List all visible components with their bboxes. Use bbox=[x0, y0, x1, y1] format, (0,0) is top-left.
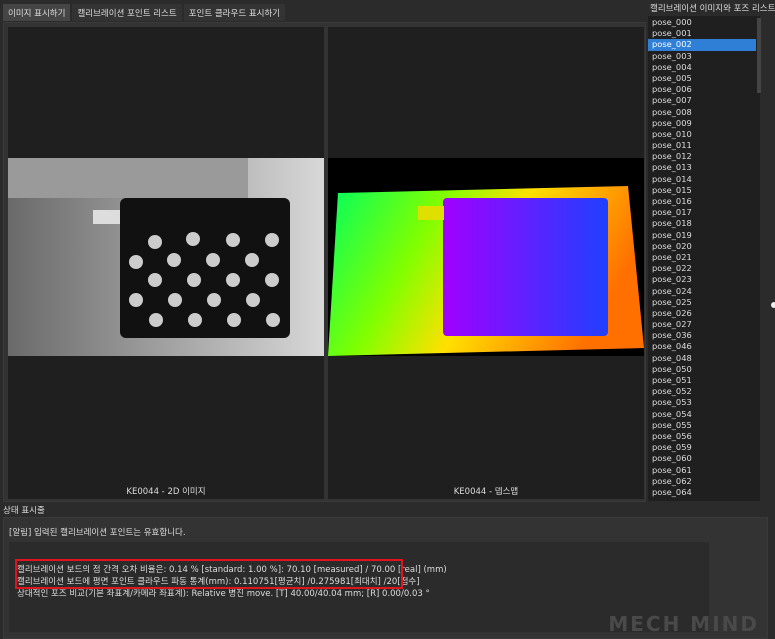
pose-list-item[interactable]: pose_013 bbox=[648, 162, 756, 173]
status-log: 캘리브레이션 보드의 점 간격 오차 비율은: 0.14 % [standard… bbox=[9, 542, 709, 632]
right-caption: KE0044 - 뎁스맵 bbox=[453, 487, 519, 497]
image-view-area: KE0044 - 2D 이미지 KE0044 - 뎁스맵 bbox=[3, 22, 646, 502]
pose-list-scrollbar[interactable] bbox=[757, 18, 761, 93]
pose-list-item[interactable]: pose_055 bbox=[648, 420, 756, 431]
pose-list-item[interactable]: pose_016 bbox=[648, 196, 756, 207]
pose-list-item[interactable]: pose_002 bbox=[648, 39, 756, 51]
pose-list-title: 캘리브레이션 이미지와 포즈 리스트 bbox=[650, 4, 775, 14]
pose-list-item[interactable]: pose_054 bbox=[648, 409, 756, 420]
pose-list-item[interactable]: pose_046 bbox=[648, 341, 756, 352]
pose-list-item[interactable]: pose_014 bbox=[648, 174, 756, 185]
pose-list-item[interactable]: pose_061 bbox=[648, 465, 756, 476]
pose-list-item[interactable]: pose_004 bbox=[648, 62, 756, 73]
pose-list-item[interactable]: pose_056 bbox=[648, 431, 756, 442]
pose-list-item[interactable]: pose_053 bbox=[648, 397, 756, 408]
panel-2d-image: KE0044 - 2D 이미지 bbox=[8, 27, 324, 499]
status-alert: [알림] 입력된 캘리브레이션 포인트는 유효합니다. bbox=[9, 528, 186, 538]
pose-list-item[interactable]: pose_015 bbox=[648, 185, 756, 196]
highlight-box bbox=[15, 559, 403, 589]
pose-list-item[interactable]: pose_048 bbox=[648, 353, 756, 364]
tab-bar: 이미지 표시하기 캘리브레이션 포인트 리스트 포인트 클라우드 표시하기 bbox=[3, 4, 286, 21]
pose-list-item[interactable]: pose_062 bbox=[648, 476, 756, 487]
pose-list-item[interactable]: pose_000 bbox=[648, 17, 756, 28]
pose-list-item[interactable]: pose_010 bbox=[648, 129, 756, 140]
pose-list-item[interactable]: pose_051 bbox=[648, 375, 756, 386]
left-caption: KE0044 - 2D 이미지 bbox=[126, 487, 206, 497]
status-panel: [알림] 입력된 캘리브레이션 포인트는 유효합니다. 캘리브레이션 보드의 점… bbox=[3, 517, 768, 639]
pose-list-item[interactable]: pose_024 bbox=[648, 286, 756, 297]
status-bar-label: 상태 표시줄 bbox=[3, 506, 45, 516]
pose-list-item[interactable]: pose_052 bbox=[648, 386, 756, 397]
pose-list-item[interactable]: pose_009 bbox=[648, 118, 756, 129]
pose-list-item[interactable]: pose_050 bbox=[648, 364, 756, 375]
panel-depth-map: KE0044 - 뎁스맵 bbox=[328, 27, 644, 499]
pose-list-item[interactable]: pose_021 bbox=[648, 252, 756, 263]
pose-list-item[interactable]: pose_060 bbox=[648, 453, 756, 464]
pose-list-item[interactable]: pose_005 bbox=[648, 73, 756, 84]
tab-show-image[interactable]: 이미지 표시하기 bbox=[3, 4, 71, 21]
pose-list-item[interactable]: pose_012 bbox=[648, 151, 756, 162]
depth-map-image bbox=[328, 158, 644, 356]
pose-list-item[interactable]: pose_036 bbox=[648, 330, 756, 341]
pose-list-item[interactable]: pose_011 bbox=[648, 140, 756, 151]
pose-list-item[interactable]: pose_026 bbox=[648, 308, 756, 319]
pose-list-item[interactable]: pose_018 bbox=[648, 218, 756, 229]
pose-list-item[interactable]: pose_007 bbox=[648, 95, 756, 106]
pose-list-item[interactable]: pose_020 bbox=[648, 241, 756, 252]
pose-list-item[interactable]: pose_064 bbox=[648, 487, 756, 498]
pose-list-item[interactable]: pose_006 bbox=[648, 84, 756, 95]
mech-mind-watermark: MECH MIND bbox=[608, 612, 759, 636]
pose-list-item[interactable]: pose_001 bbox=[648, 28, 756, 39]
pose-list[interactable]: pose_000 pose_001 pose_002 pose_003 pose_004… bbox=[648, 16, 760, 501]
pose-list-item[interactable]: pose_025 bbox=[648, 297, 756, 308]
pose-list-item[interactable]: pose_027 bbox=[648, 319, 756, 330]
pose-list-item[interactable]: pose_019 bbox=[648, 230, 756, 241]
tab-calibration-points[interactable]: 캘리브레이션 포인트 리스트 bbox=[72, 4, 182, 21]
pose-list-item[interactable]: pose_059 bbox=[648, 442, 756, 453]
pose-list-item[interactable]: pose_003 bbox=[648, 51, 756, 62]
splitter-handle[interactable] bbox=[771, 302, 775, 308]
2d-image bbox=[8, 158, 324, 356]
pose-list-item[interactable]: pose_008 bbox=[648, 107, 756, 118]
pose-list-item[interactable]: pose_017 bbox=[648, 207, 756, 218]
pose-list-item[interactable]: pose_022 bbox=[648, 263, 756, 274]
tab-point-cloud[interactable]: 포인트 클라우드 표시하기 bbox=[183, 4, 286, 21]
pose-list-item[interactable]: pose_023 bbox=[648, 274, 756, 285]
